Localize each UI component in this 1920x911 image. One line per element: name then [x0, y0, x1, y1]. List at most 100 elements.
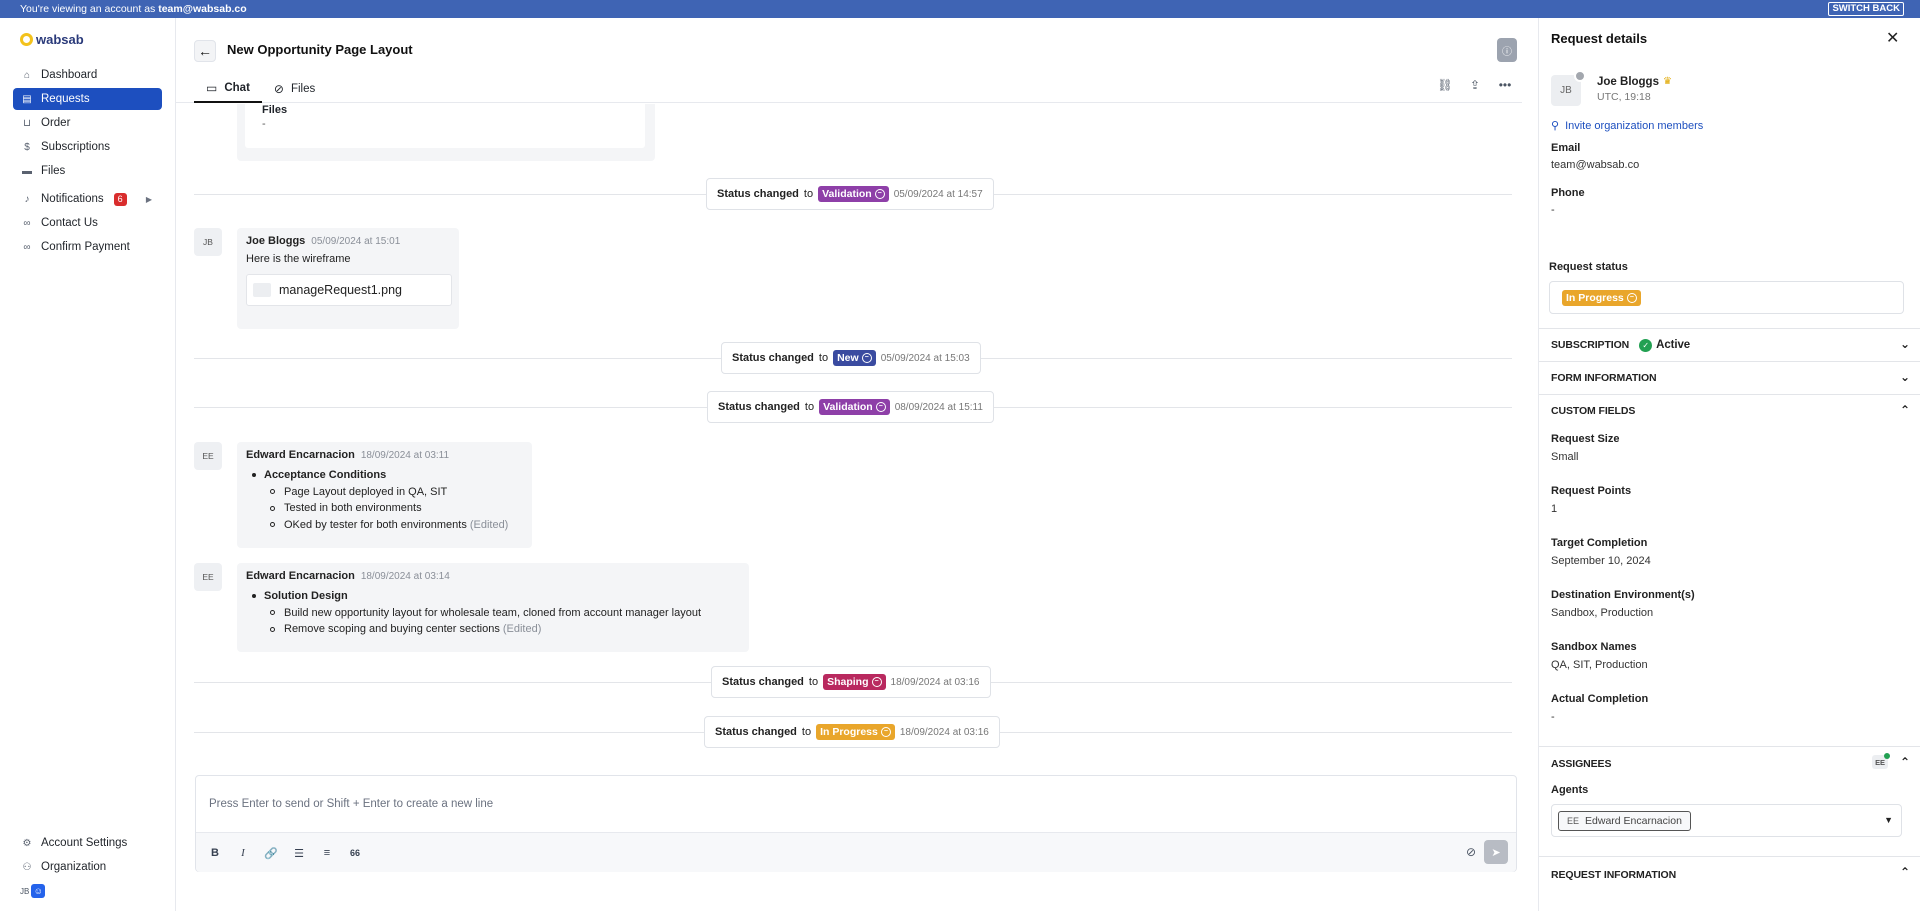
custom-field-label: Request Size	[1551, 433, 1620, 445]
sidebar-item-order[interactable]: ⊔ Order	[13, 112, 162, 134]
status-change-time: 08/09/2024 at 15:11	[894, 401, 983, 413]
email-label: Email	[1551, 142, 1581, 154]
sidebar-item-contact-us[interactable]: ∞ Contact Us	[13, 212, 162, 234]
list-item: Acceptance Conditions	[246, 467, 523, 484]
send-icon: ➤	[1491, 846, 1501, 859]
section-custom-fields[interactable]: CUSTOM FIELDS ⌃	[1539, 394, 1920, 427]
italic-button[interactable]: I	[236, 845, 250, 861]
sidebar-item-label: Notifications	[41, 193, 104, 205]
sidebar-item-notifications[interactable]: ♪ Notifications 6 ▶	[13, 188, 162, 210]
info-button[interactable]: ⓘ	[1497, 38, 1517, 62]
more-horizontal-icon: •••	[1498, 78, 1512, 92]
panel-title: Request details	[1551, 31, 1648, 46]
link-icon: ⛓	[1437, 78, 1453, 92]
request-status-select[interactable]: In Progress −	[1549, 281, 1904, 314]
sidebar-item-confirm-payment[interactable]: ∞ Confirm Payment	[13, 236, 162, 258]
people-icon: ⚇	[22, 861, 32, 873]
impersonation-prefix: You're viewing an account as	[20, 3, 156, 15]
chat-thread[interactable]: Files - Status changed to Validation − 05…	[176, 104, 1522, 770]
requester-timezone: UTC, 19:18	[1597, 91, 1651, 103]
minus-circle-icon: −	[880, 727, 891, 737]
link-icon: ∞	[23, 217, 31, 229]
close-panel-button[interactable]: ✕	[1886, 28, 1899, 48]
minus-circle-icon: −	[874, 189, 885, 199]
subscription-status: ✓ Active	[1639, 338, 1691, 352]
switch-back-button[interactable]: SWITCH BACK	[1828, 2, 1904, 16]
image-file-icon	[253, 283, 271, 297]
request-header: ← New Opportunity Page Layout ⓘ ▭ Chat ⊘…	[176, 18, 1522, 103]
attach-file-button[interactable]: ⊘	[1466, 845, 1476, 859]
message-time: 05/09/2024 at 15:01	[311, 236, 401, 247]
sidebar-bottom-nav: ⚙ Account Settings ⚇ Organization	[13, 832, 162, 880]
copy-link-button[interactable]: ⛓	[1436, 76, 1454, 94]
attachment-file[interactable]: manageRequest1.png	[246, 274, 452, 306]
message-author: Edward Encarnacion	[246, 570, 355, 582]
bold-icon: B	[211, 847, 219, 859]
chevron-down-icon: ⌄	[1900, 370, 1910, 384]
section-assignees[interactable]: ASSIGNEES EE ⌃	[1539, 746, 1920, 780]
agent-chip[interactable]: EE Edward Encarnacion	[1558, 811, 1691, 831]
close-icon: ✕	[1886, 30, 1900, 47]
tab-chat[interactable]: ▭ Chat	[194, 74, 262, 103]
message-input[interactable]	[196, 776, 1516, 832]
sidebar-item-dashboard[interactable]: ⌂ Dashboard	[13, 64, 162, 86]
status-tag-validation: Validation −	[819, 399, 890, 415]
status-change-event: Status changed to In Progress − 18/09/202…	[704, 716, 1000, 748]
sidebar-item-account-settings[interactable]: ⚙ Account Settings	[13, 832, 162, 854]
user-switch-icon: ☺	[31, 884, 46, 898]
sidebar-item-label: Subscriptions	[41, 141, 111, 153]
status-tag-in-progress: In Progress −	[816, 724, 895, 740]
list-item: Solution Design	[246, 588, 740, 605]
sidebar-item-subscriptions[interactable]: $ Subscriptions	[13, 136, 162, 158]
list-item-text: Page Layout deployed in QA, SIT	[284, 485, 448, 498]
agents-select[interactable]: EE Edward Encarnacion ▼	[1551, 804, 1902, 837]
caret-down-icon: ▼	[1884, 815, 1893, 825]
invite-members-link[interactable]: ⚲ Invite organization members	[1551, 119, 1703, 133]
message-text: Here is the wireframe	[246, 253, 351, 265]
link-button[interactable]: 🔗	[264, 845, 278, 861]
status-change-event: Status changed to Validation − 05/09/2024…	[706, 178, 994, 210]
share-icon: ⇪	[1469, 78, 1481, 92]
custom-field-label: Actual Completion	[1551, 693, 1649, 705]
edited-marker: (Edited)	[502, 623, 542, 635]
minus-circle-icon: −	[875, 402, 886, 412]
quote-button[interactable]: 66	[348, 845, 362, 861]
tab-files[interactable]: ⊘ Files	[262, 74, 327, 103]
subscription-status-text: Active	[1656, 339, 1691, 351]
status-change-time: 05/09/2024 at 15:03	[880, 352, 970, 364]
home-icon: ⌂	[23, 69, 31, 81]
italic-icon: I	[241, 847, 245, 859]
chevron-down-icon: ⌄	[1900, 337, 1910, 351]
share-button[interactable]: ⇪	[1466, 76, 1484, 94]
sidebar-item-label: Confirm Payment	[41, 241, 130, 253]
requester-name-text: Joe Bloggs	[1597, 76, 1659, 88]
list-item-text: OKed by tester for both environments	[284, 518, 467, 531]
bullet-list-button[interactable]: ☰	[292, 845, 306, 861]
custom-field-label: Sandbox Names	[1551, 641, 1637, 653]
phone-label: Phone	[1551, 187, 1585, 199]
section-form-information[interactable]: FORM INFORMATION ⌄	[1539, 361, 1920, 394]
list-item: Tested in both environments	[246, 500, 523, 517]
status-tag-new: New −	[833, 350, 876, 366]
sidebar-item-organization[interactable]: ⚇ Organization	[13, 856, 162, 878]
section-title: FORM INFORMATION	[1551, 372, 1657, 384]
user-avatar[interactable]: JB ☺	[20, 884, 46, 898]
numbered-list-button[interactable]: ≡	[320, 845, 334, 861]
files-card: Files -	[237, 104, 655, 161]
brand-logo[interactable]: wabsab	[20, 32, 84, 47]
more-options-button[interactable]: •••	[1496, 76, 1514, 94]
status-tag-label: In Progress	[1566, 291, 1624, 304]
sidebar-item-requests[interactable]: ▤ Requests	[13, 88, 162, 110]
sidebar-item-files[interactable]: ▬ Files	[13, 160, 162, 182]
section-subscription[interactable]: SUBSCRIPTION ✓ Active ⌄	[1539, 328, 1920, 361]
custom-field-label: Request Points	[1551, 485, 1632, 497]
sidebar-item-label: Contact Us	[41, 217, 98, 229]
folder-icon: ▬	[22, 165, 32, 177]
send-button[interactable]: ➤	[1484, 840, 1508, 864]
section-request-information[interactable]: REQUEST INFORMATION ⌃	[1539, 856, 1920, 892]
bold-button[interactable]: B	[208, 845, 222, 861]
tab-label: Chat	[224, 81, 250, 94]
back-button[interactable]: ←	[194, 40, 216, 62]
list-item: Remove scoping and buying center section…	[246, 621, 740, 638]
minus-circle-icon: −	[871, 677, 882, 687]
